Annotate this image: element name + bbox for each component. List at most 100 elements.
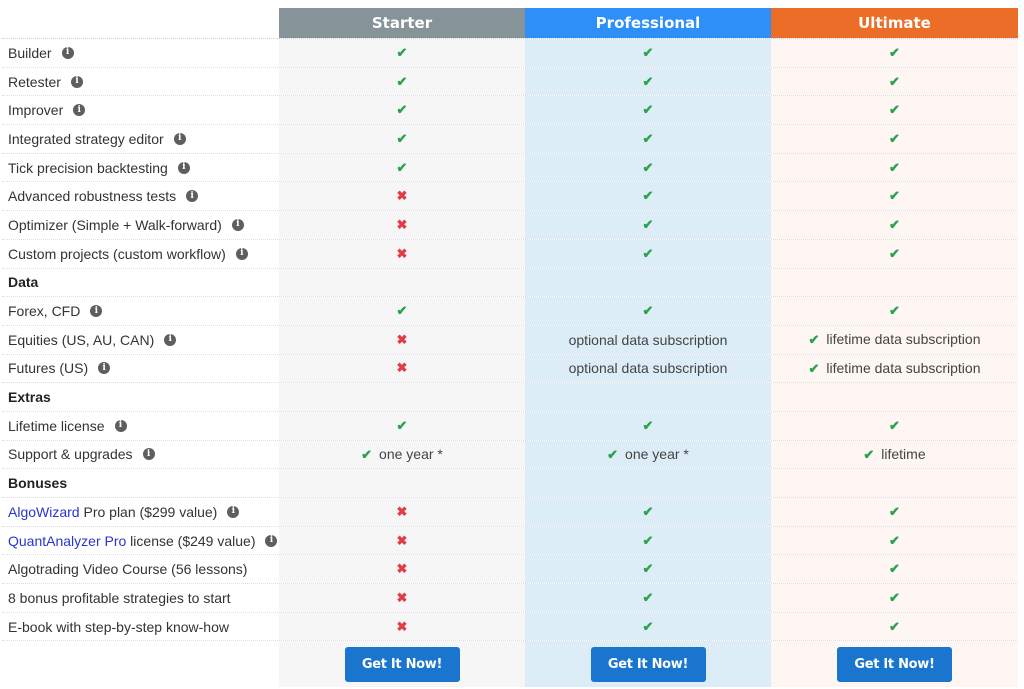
info-icon[interactable]: i — [90, 305, 103, 318]
info-icon[interactable]: i — [73, 104, 86, 117]
ultimate-value-cell: ✔ — [771, 584, 1018, 612]
checkmark-icon: ✔ — [808, 360, 820, 376]
feature-label-cell: Support & upgrades i — [2, 441, 279, 469]
ultimate-value-cell: ✔ — [771, 67, 1018, 96]
feature-label: Advanced robustness tests — [8, 188, 177, 205]
checkmark-icon: ✔ — [889, 159, 900, 175]
checkmark-icon: ✔ — [642, 188, 654, 204]
table-row: Optimizer (Simple + Walk-forward) i ✖ ✔ ✔ — [2, 211, 1018, 240]
checkmark-icon: ✔ — [808, 332, 820, 348]
feature-label-cell: E-book with step-by-step know-how — [2, 613, 279, 641]
checkmark-icon: ✔ — [889, 130, 900, 146]
info-icon[interactable]: i — [227, 505, 240, 518]
header-spacer — [2, 8, 279, 38]
ultimate-button-cell: Get It Now! — [771, 641, 1018, 688]
section-row: Extras — [2, 383, 1018, 412]
cross-icon: ✖ — [396, 245, 408, 261]
ultimate-value-cell: ✔ — [771, 239, 1018, 268]
info-icon[interactable]: i — [177, 161, 190, 174]
section-title: Extras — [8, 389, 51, 406]
get-it-now-professional-button[interactable]: Get It Now! — [590, 646, 706, 682]
feature-label-cell: 8 bonus profitable strategies to start — [2, 584, 279, 612]
checkmark-icon: ✔ — [396, 44, 408, 60]
starter-value-cell: ✖ — [279, 612, 525, 641]
professional-value-cell: ✔ — [525, 39, 771, 67]
feature-label: license ($249 value) — [126, 532, 256, 549]
info-icon[interactable]: i — [164, 333, 177, 346]
feature-label-cell: Retester i — [2, 68, 279, 96]
product-link[interactable]: AlgoWizard — [8, 504, 80, 520]
starter-value-cell: ✔ — [279, 96, 525, 125]
starter-button-cell: Get It Now! — [279, 641, 525, 688]
checkmark-icon: ✔ — [396, 73, 408, 89]
ultimate-value-cell: ✔ — [771, 297, 1018, 325]
checkmark-icon: ✔ — [889, 216, 900, 232]
starter-value-cell: ✖ — [279, 325, 525, 354]
product-link[interactable]: QuantAnalyzer Pro — [8, 533, 126, 549]
info-icon[interactable]: i — [114, 419, 127, 432]
table-row: AlgoWizard Pro plan ($299 value) i ✖ ✔ ✔ — [2, 498, 1018, 527]
feature-label-cell: Algotrading Video Course (56 lessons) — [2, 555, 279, 583]
starter-value-cell — [279, 268, 525, 297]
info-icon[interactable]: i — [98, 362, 111, 375]
feature-label: Equities (US, AU, CAN) — [8, 331, 155, 348]
info-icon[interactable]: i — [235, 247, 248, 260]
checkmark-icon: ✔ — [889, 618, 900, 634]
cross-icon: ✖ — [396, 532, 408, 548]
ultimate-value-cell: ✔ lifetime data subscription — [771, 325, 1018, 354]
ultimate-value-cell: ✔ — [771, 39, 1018, 67]
section-heading: Extras — [2, 383, 279, 411]
table-row: Algotrading Video Course (56 lessons) ✖ ✔ ✔ — [2, 555, 1018, 585]
professional-value-cell: ✔ — [525, 498, 771, 526]
info-icon[interactable]: i — [61, 46, 74, 59]
checkmark-icon: ✔ — [396, 303, 408, 319]
value-text-group: ✔ one year * — [607, 446, 689, 463]
feature-label: Lifetime license — [8, 417, 105, 434]
professional-value-cell: ✔ — [525, 526, 771, 555]
feature-label: Retester — [8, 73, 61, 90]
info-icon[interactable]: i — [70, 75, 83, 88]
get-it-now-starter-button[interactable]: Get It Now! — [344, 646, 460, 682]
feature-label: Forex, CFD — [8, 303, 81, 320]
feature-label: Algotrading Video Course (56 lessons) — [8, 561, 248, 578]
feature-label: Optimizer (Simple + Walk-forward) — [8, 216, 222, 233]
professional-value-cell: ✔ — [525, 297, 771, 325]
info-icon[interactable]: i — [142, 448, 155, 461]
value-text: lifetime data subscription — [826, 359, 981, 376]
feature-label-cell: Tick precision backtesting i — [2, 154, 279, 182]
professional-value-cell: ✔ — [525, 211, 771, 239]
info-icon[interactable]: i — [186, 190, 199, 203]
info-icon[interactable]: i — [173, 132, 186, 145]
professional-value-cell: ✔ — [525, 67, 771, 96]
section-heading: Bonuses — [2, 469, 279, 497]
checkmark-icon: ✔ — [889, 417, 900, 433]
value-text-group: ✔ one year * — [361, 446, 443, 463]
feature-label-cell: Integrated strategy editor i — [2, 125, 279, 153]
checkmark-icon: ✔ — [396, 102, 408, 118]
checkmark-icon: ✔ — [889, 532, 900, 548]
feature-rows: Builder i ✔ ✔ ✔ Retester i ✔ ✔ ✔ Improver i ✔ ✔ ✔ Integ… — [2, 39, 1018, 642]
starter-value-cell: ✖ — [279, 354, 525, 383]
cross-icon: ✖ — [396, 360, 408, 376]
value-text: lifetime data subscription — [826, 331, 981, 348]
starter-value-cell: ✔ — [279, 297, 525, 325]
section-heading: Data — [2, 269, 279, 297]
cross-icon: ✖ — [396, 618, 408, 634]
plan-header-row: Starter Professional Ultimate — [2, 8, 1018, 39]
feature-label: E-book with step-by-step know-how — [8, 618, 229, 635]
info-icon[interactable]: i — [231, 218, 244, 231]
table-row: Custom projects (custom workflow) i ✖ ✔ ✔ — [2, 239, 1018, 269]
buttons-spacer — [2, 641, 279, 687]
checkmark-icon: ✔ — [642, 618, 654, 634]
feature-label: Pro plan ($299 value) — [79, 503, 218, 520]
ultimate-value-cell: ✔ lifetime data subscription — [771, 354, 1018, 383]
section-title: Bonuses — [8, 475, 68, 492]
checkmark-icon: ✔ — [889, 589, 900, 605]
table-row: Lifetime license i ✔ ✔ ✔ — [2, 411, 1018, 441]
plan-header-starter: Starter — [279, 8, 525, 38]
info-icon[interactable]: i — [265, 534, 278, 547]
ultimate-value-cell — [771, 469, 1018, 497]
ultimate-value-cell — [771, 383, 1018, 411]
section-title: Data — [8, 274, 39, 291]
get-it-now-ultimate-button[interactable]: Get It Now! — [837, 646, 952, 682]
